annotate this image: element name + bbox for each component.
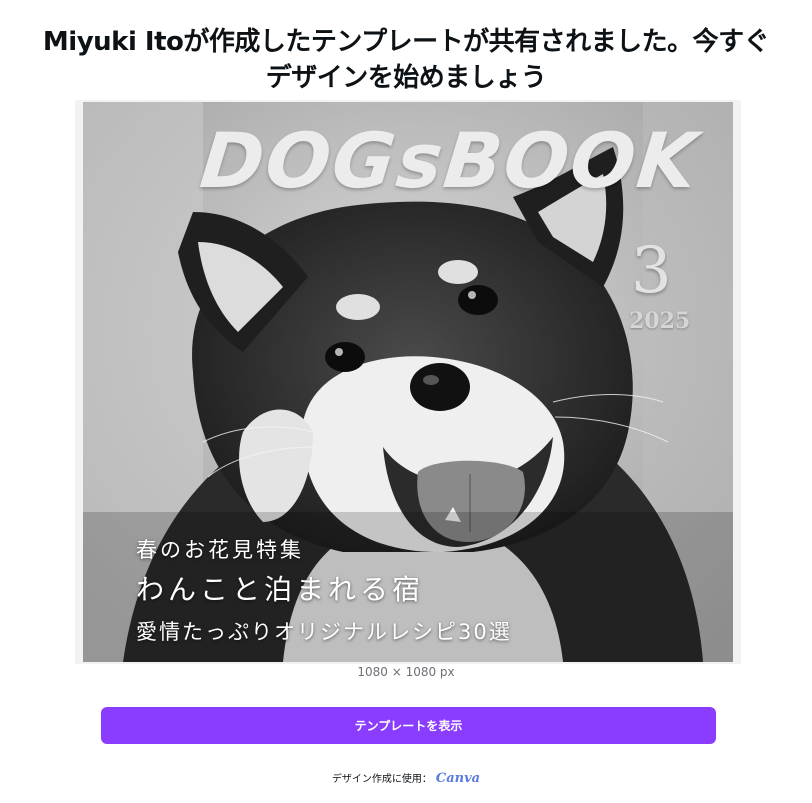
template-preview-image[interactable]: DOGsBOOK 3 2025 春のお花見特集 わんこと泊まれる宿 愛情たっぷり… [83, 102, 733, 662]
cover-feature-1: 春のお花見特集 [136, 538, 304, 562]
cover-feature-3: 愛情たっぷりオリジナルレシピ30選 [136, 620, 512, 644]
canva-logo-icon[interactable]: Canva [436, 771, 480, 786]
issue-year: 2025 [629, 308, 691, 334]
template-dimensions: 1080 × 1080 px [357, 665, 455, 679]
footer-prefix: デザイン作成に使用： [331, 774, 432, 785]
footer-attribution: デザイン作成に使用： Canva [0, 770, 812, 786]
share-template-page: Miyuki Itoが作成したテンプレートが共有されました。今すぐデザインを始め… [0, 0, 812, 803]
issue-number: 3 [631, 234, 672, 308]
cover-title: DOGsBOOK [196, 116, 704, 205]
page-title: Miyuki Itoが作成したテンプレートが共有されました。今すぐデザインを始め… [42, 27, 770, 93]
view-template-button[interactable]: テンプレートを表示 [101, 707, 716, 744]
cover-feature-2: わんこと泊まれる宿 [136, 573, 425, 606]
